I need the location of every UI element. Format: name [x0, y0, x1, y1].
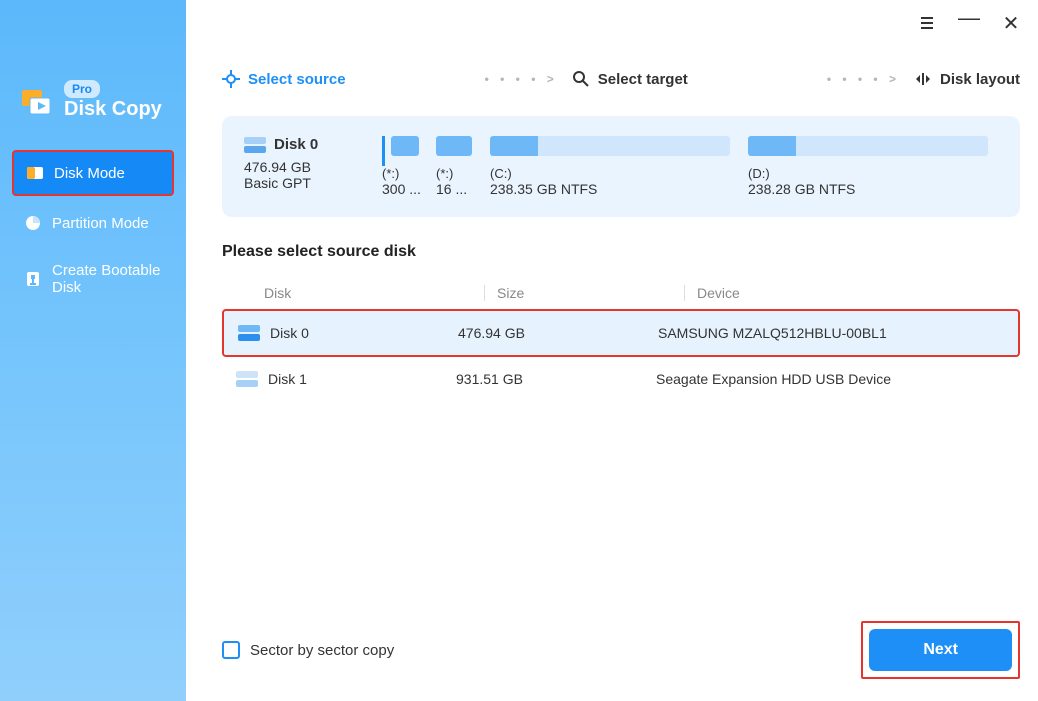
- step-separator: • • • • >: [485, 72, 558, 86]
- main-panel: — ✕ Select source • • • • > Select targe…: [186, 0, 1038, 701]
- disk-info-column: Disk 0 476.94 GB Basic GPT: [244, 136, 374, 197]
- sector-copy-checkbox[interactable]: Sector by sector copy: [222, 641, 394, 659]
- menu-icon[interactable]: [918, 14, 936, 32]
- step-label: Disk layout: [940, 71, 1020, 88]
- step-disk-layout[interactable]: Disk layout: [914, 70, 1020, 88]
- disk-row-name: Disk 1: [268, 371, 307, 387]
- disk-list-row[interactable]: Disk 0 476.94 GB SAMSUNG MZALQ512HBLU-00…: [222, 309, 1020, 357]
- partition-3: (D:) 238.28 GB NTFS: [748, 136, 998, 197]
- partition-drive: (*:): [436, 166, 482, 181]
- list-header: Disk Size Device: [222, 277, 1020, 309]
- close-icon[interactable]: ✕: [1002, 11, 1020, 36]
- search-icon: [572, 70, 590, 88]
- col-disk: Disk: [264, 285, 484, 301]
- sidebar-item-label: Disk Mode: [54, 165, 125, 182]
- partition-size: 300 ...: [382, 181, 428, 197]
- col-device: Device: [684, 285, 1020, 301]
- sidebar-item-label: Create Bootable Disk: [52, 262, 162, 296]
- content-area: Select source • • • • > Select target • …: [186, 46, 1038, 415]
- disk-row-device: SAMSUNG MZALQ512HBLU-00BL1: [658, 325, 1012, 341]
- pro-badge: Pro: [64, 80, 100, 98]
- step-select-target[interactable]: Select target: [572, 70, 688, 88]
- disk-size: 476.94 GB: [244, 159, 374, 175]
- disk-mode-icon: [26, 164, 44, 182]
- sidebar-item-label: Partition Mode: [52, 215, 149, 232]
- window-titlebar: — ✕: [186, 0, 1038, 46]
- partition-size: 238.28 GB NTFS: [748, 181, 998, 197]
- checkbox-icon: [222, 641, 240, 659]
- sidebar-nav: Disk Mode Partition Mode Create Bootable…: [12, 150, 174, 308]
- step-label: Select target: [598, 71, 688, 88]
- disk-icon: [244, 137, 266, 153]
- minimize-icon[interactable]: —: [960, 5, 978, 31]
- sidebar: Pro Disk Copy Disk Mode Partition Mode C…: [0, 0, 186, 701]
- next-button-highlight: Next: [861, 621, 1020, 679]
- step-separator: • • • • >: [827, 72, 900, 86]
- partition-2: (C:) 238.35 GB NTFS: [490, 136, 740, 197]
- partition-drive: (D:): [748, 166, 998, 181]
- disk-icon: [238, 325, 260, 341]
- app-title: Disk Copy: [64, 98, 162, 121]
- sidebar-item-partition-mode[interactable]: Partition Mode: [12, 202, 174, 244]
- next-button[interactable]: Next: [869, 629, 1012, 671]
- step-bar: Select source • • • • > Select target • …: [222, 64, 1020, 116]
- disk-list-row[interactable]: Disk 1 931.51 GB Seagate Expansion HDD U…: [222, 357, 1020, 401]
- target-icon: [222, 70, 240, 88]
- disk-name: Disk 0: [274, 136, 318, 153]
- footer: Sector by sector copy Next: [222, 621, 1020, 679]
- list-title: Please select source disk: [222, 243, 1020, 261]
- step-label: Select source: [248, 71, 346, 88]
- layout-icon: [914, 70, 932, 88]
- partition-0: (*:) 300 ...: [382, 136, 428, 197]
- disk-overview-card: Disk 0 476.94 GB Basic GPT (*:) 300 ... …: [222, 116, 1020, 217]
- partition-drive: (*:): [382, 166, 428, 181]
- disk-row-size: 476.94 GB: [458, 325, 658, 341]
- partition-size: 238.35 GB NTFS: [490, 181, 740, 197]
- col-size: Size: [484, 285, 684, 301]
- bootable-icon: [24, 270, 42, 288]
- disk-row-size: 931.51 GB: [456, 371, 656, 387]
- partition-drive: (C:): [490, 166, 740, 181]
- partition-mode-icon: [24, 214, 42, 232]
- partition-1: (*:) 16 ...: [436, 136, 482, 197]
- disk-type: Basic GPT: [244, 175, 374, 191]
- disk-icon: [236, 371, 258, 387]
- app-logo: Pro Disk Copy: [20, 80, 162, 121]
- partition-size: 16 ...: [436, 181, 482, 197]
- step-select-source[interactable]: Select source: [222, 70, 346, 88]
- disk-row-device: Seagate Expansion HDD USB Device: [656, 371, 1014, 387]
- disk-row-name: Disk 0: [270, 325, 309, 341]
- app-icon: [20, 84, 54, 118]
- sidebar-item-create-bootable[interactable]: Create Bootable Disk: [12, 250, 174, 308]
- sidebar-item-disk-mode[interactable]: Disk Mode: [12, 150, 174, 196]
- sector-copy-label: Sector by sector copy: [250, 642, 394, 659]
